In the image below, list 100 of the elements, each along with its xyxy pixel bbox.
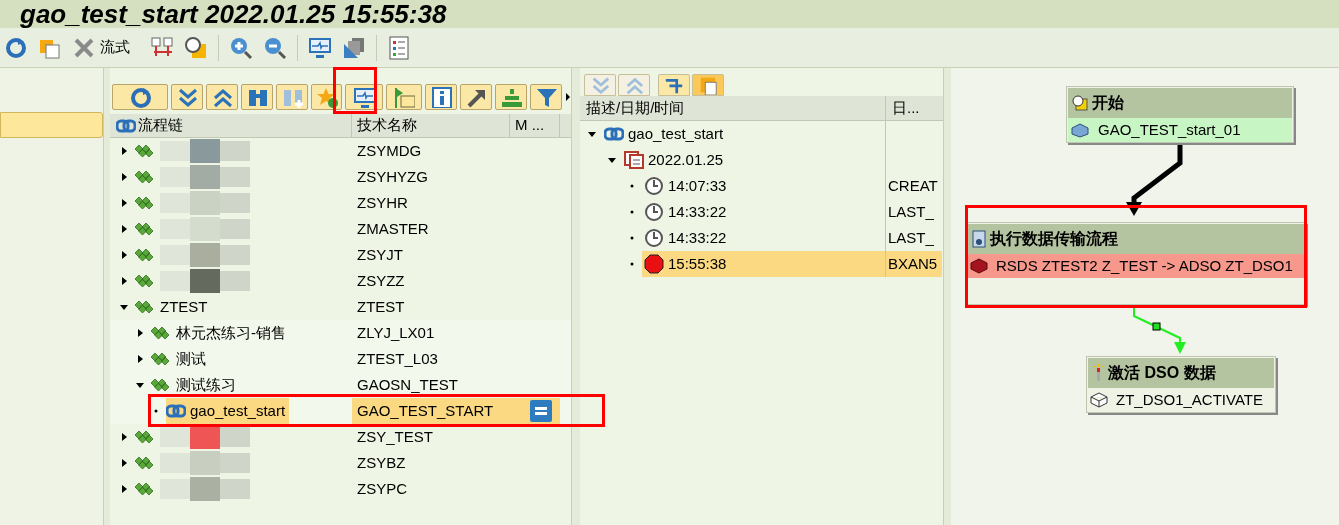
expand-arrow-icon[interactable] [120,251,128,259]
chain-icon [166,404,186,418]
node-title: 开始 [1092,93,1124,113]
hierarchy-button[interactable] [495,84,528,110]
diamond-cluster-icon [134,481,156,497]
chain-step-button[interactable] [658,74,690,96]
diamond-cluster-icon [134,299,156,315]
column-header[interactable]: 描述/日期/时间 [580,96,886,120]
technical-name: ZSYPC [356,478,407,499]
refresh-button[interactable] [112,84,168,110]
technical-name: GAO_TEST_START [356,400,494,421]
refresh-icon[interactable] [4,35,28,60]
annotation-frame [333,67,377,114]
chain-name[interactable]: 林元杰练习-销售 [176,321,286,345]
hierarchy-icon [500,86,523,108]
technical-name: ZSYBZ [356,452,406,473]
transfer-process-icon [972,230,986,248]
chain-name[interactable]: 测试练习 [176,373,236,397]
technical-name: ZLYJ_LX01 [356,322,435,343]
technical-name: GAOSN_TEST [356,374,458,395]
collapse-arrow-icon[interactable] [588,130,596,138]
log-entry[interactable]: gao_test_start [628,122,724,146]
diamond-cluster-icon [134,273,156,289]
info-button[interactable] [425,84,458,110]
clock-icon[interactable] [184,35,208,60]
collapse-arrow-icon[interactable] [136,381,144,389]
diamond-cluster-icon [134,143,156,159]
log-entry[interactable]: 2022.01.25 [648,148,724,172]
log-detail: CREAT [888,175,938,196]
monitor-icon[interactable] [308,35,332,60]
flow-label[interactable]: 流式 [100,36,130,59]
selected-row-highlight[interactable]: 15:55:38 [642,251,885,277]
node-item: GAO_TEST_start_01 [1098,119,1241,140]
collapse-arrow-icon[interactable] [120,303,128,311]
chain-name[interactable]: ZTEST [160,295,208,319]
expand-arrow-icon[interactable] [136,355,144,363]
star-icon [315,86,338,108]
technical-name: ZTEST [356,296,405,317]
chain-name[interactable]: gao_test_start [190,399,286,423]
leaf-dot-icon [628,234,636,242]
zoom-out-icon[interactable] [263,35,287,60]
column-header[interactable]: 技术名称 [352,114,510,137]
chain-name[interactable]: 测试 [176,347,206,371]
log-detail: LAST_ [888,227,934,248]
expand-arrow-icon[interactable] [120,433,128,441]
filter-icon [535,86,557,108]
log-detail: BXAN5 [888,253,938,274]
column-header[interactable]: 日... [886,96,942,120]
calendar-icon [624,151,644,169]
selected-row-highlight[interactable]: gao_test_start [166,398,290,424]
collapse-arrow-icon[interactable] [608,156,616,164]
collapse-all-button[interactable] [205,84,238,110]
zoom-in-icon[interactable] [229,35,253,60]
monitor-button[interactable] [345,84,384,110]
binoculars-button[interactable] [240,84,273,110]
flag-panel-icon [393,86,416,108]
column-header[interactable]: 流程链 [138,114,183,137]
expand-arrow-icon[interactable] [120,225,128,233]
monitor-icon [353,86,376,108]
expand-arrow-icon[interactable] [136,329,144,337]
process-node[interactable]: 开始 GAO_TEST_start_01 [1066,86,1294,143]
expand-arrow-icon[interactable] [120,459,128,467]
diamond-cluster-icon [134,429,156,445]
log-entry[interactable]: 14:33:22 [668,226,727,250]
log-entry[interactable]: 14:33:22 [668,200,727,224]
checklist-icon[interactable] [387,35,411,60]
log-entry[interactable]: 15:55:38 [668,252,727,276]
cube-outline-icon [1090,392,1108,408]
expand-arrow-icon[interactable] [120,199,128,207]
column-header[interactable]: M ... [510,114,560,137]
leaf-dot-icon [628,182,636,190]
process-node[interactable]: 执行数据传输流程 RSDS ZTEST2 Z_TEST -> ADSO ZT_DSO1 [966,222,1306,305]
clock-icon [644,202,664,222]
technical-name: ZSYMDG [356,140,422,161]
expand-arrow-icon[interactable] [120,485,128,493]
chain-icon [116,118,136,133]
diamond-cluster-icon [134,195,156,211]
expand-arrow-icon[interactable] [120,147,128,155]
arrow-button[interactable] [460,84,493,110]
process-node[interactable]: 激活 DSO 数据 ZT_DSO1_ACTIVATE [1086,356,1276,413]
flag-panel-button[interactable] [386,84,423,110]
schedule-icon [1072,95,1088,111]
new-page-button[interactable] [692,74,724,96]
technical-name: ZTEST_L03 [356,348,438,369]
technical-name: ZSYZZ [356,270,405,291]
stacked-pages-icon[interactable] [342,35,366,60]
diamond-cluster-icon [134,221,156,237]
star-button[interactable] [310,84,343,110]
filter-button[interactable] [530,84,562,110]
log-detail: LAST_ [888,201,934,222]
log-entry[interactable]: 14:07:33 [668,174,727,198]
node-title: 执行数据传输流程 [990,229,1118,249]
expand-arrow-icon[interactable] [120,277,128,285]
magic-wand-icon [1092,364,1104,382]
expand-all-button[interactable] [170,84,203,110]
connector-arrow [1133,305,1186,354]
technical-name: ZSY_TEST [356,426,433,447]
expand-arrow-icon[interactable] [120,173,128,181]
diamond-cluster-icon [134,247,156,263]
stop-sign-icon [644,254,664,274]
